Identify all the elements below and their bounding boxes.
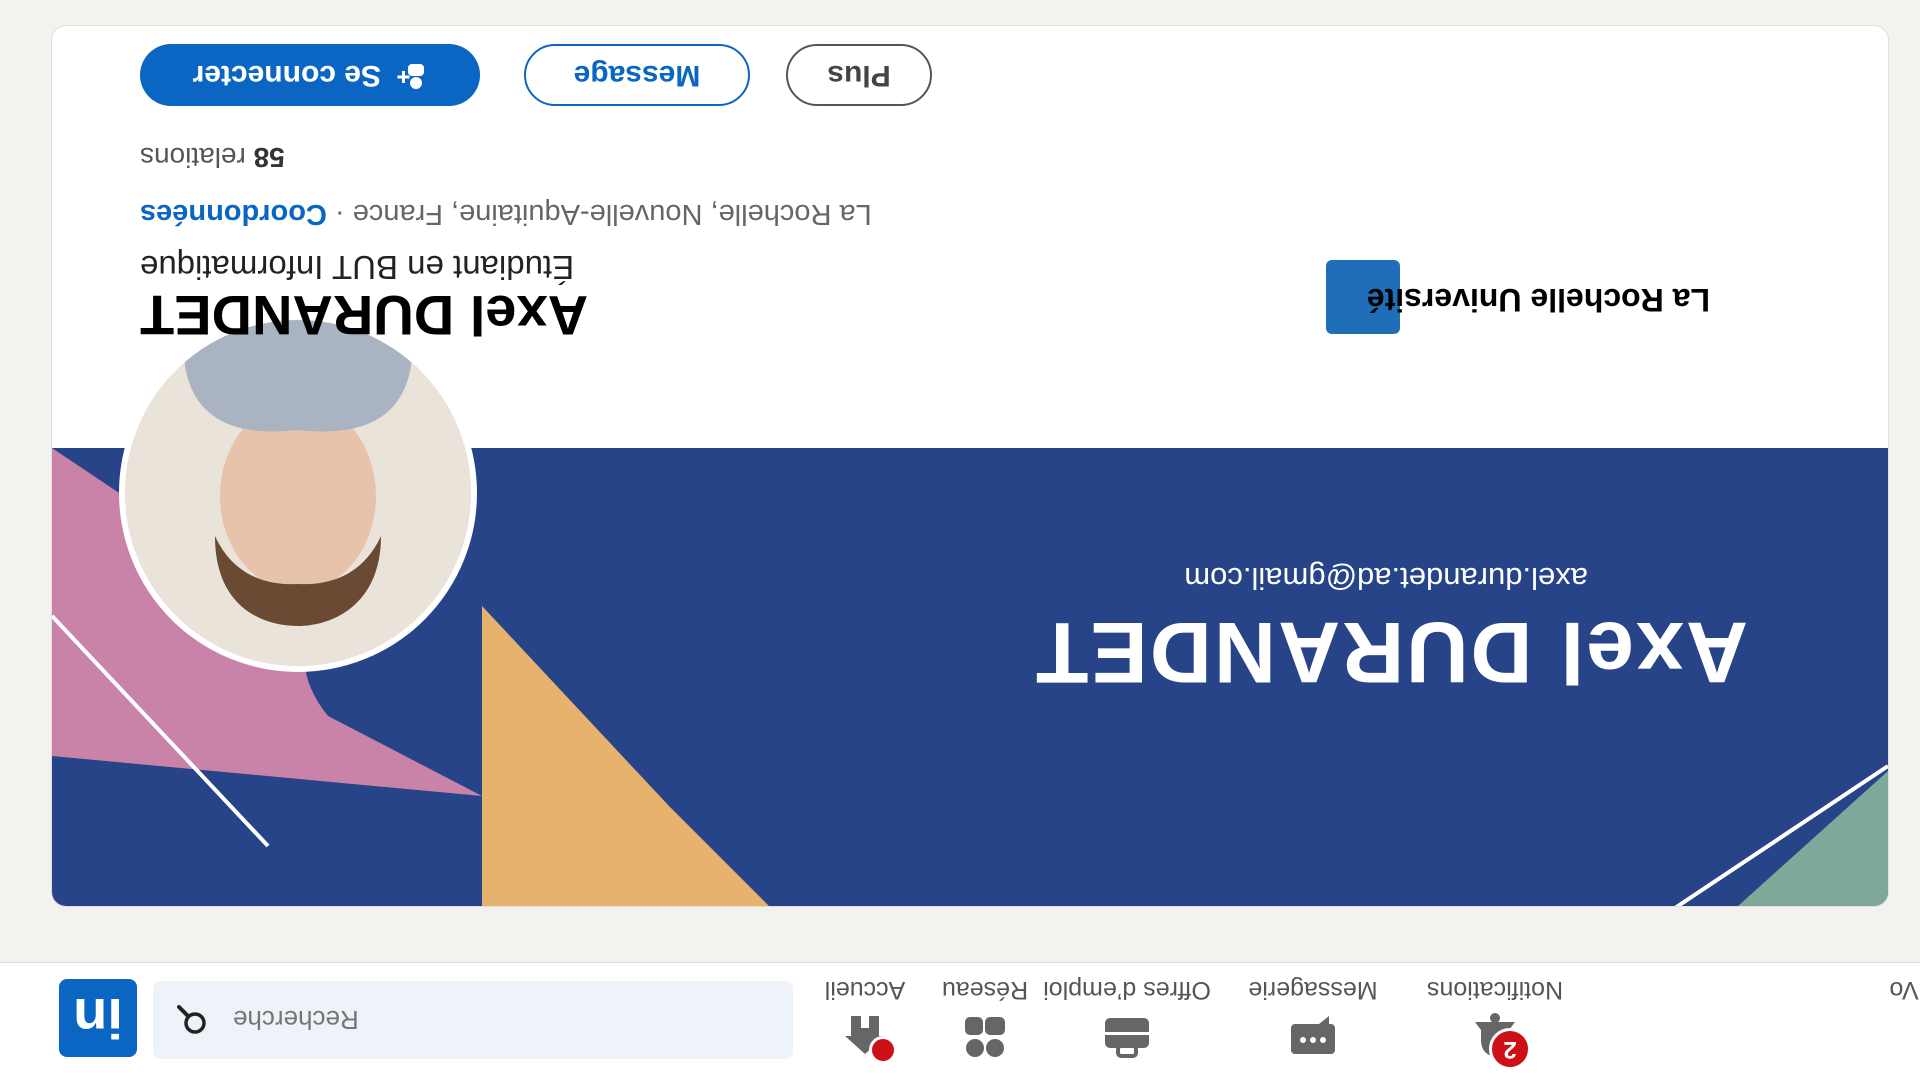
add-user-icon (381, 59, 427, 92)
nav-jobs-label: Offres d’emploi (1043, 976, 1211, 1004)
search-bar[interactable] (153, 981, 793, 1059)
banner-name: Axel DURANDET (1033, 604, 1748, 700)
home-notification-dot (869, 1036, 897, 1064)
relations-count[interactable]: 58 relations (140, 141, 285, 173)
connect-label: Se connecter (192, 59, 382, 92)
profile-headline: Étudiant en BUT Informatique (140, 249, 575, 286)
banner-email: axel.durandet.ad@gmail.com (1184, 561, 1588, 596)
search-input[interactable] (233, 981, 793, 1059)
connect-button[interactable]: Se connecter (140, 44, 480, 106)
relations-label: relations (140, 142, 254, 173)
profile-avatar[interactable] (119, 314, 477, 672)
message-button[interactable]: Message (524, 44, 750, 106)
education-name: La Rochelle Université (1366, 282, 1710, 318)
messaging-icon (1287, 1010, 1339, 1062)
profile-location: La Rochelle, Nouvelle-Aquitaine, France … (140, 197, 872, 230)
location-text: La Rochelle, Nouvelle-Aquitaine, France (352, 198, 872, 230)
relations-number: 58 (253, 142, 285, 173)
profile-card: Axel DURANDET axel.durandet.ad@gmail.com… (52, 26, 1888, 906)
network-icon (959, 1010, 1011, 1062)
contact-info-link[interactable]: Coordonnées (140, 198, 327, 230)
nav-more[interactable]: Vo (1888, 972, 1920, 1062)
nav-network[interactable]: Réseau (935, 972, 1035, 1062)
more-button[interactable]: Plus (786, 44, 932, 106)
nav-messaging-label: Messagerie (1248, 976, 1378, 1004)
nav-jobs[interactable]: Offres d’emploi (1037, 972, 1217, 1062)
notifications-count-badge: 2 (1489, 1028, 1531, 1070)
profile-name: Axel DURANDET (140, 284, 589, 347)
location-separator: · (326, 198, 353, 230)
top-nav-bar: in Accueil (0, 962, 1920, 1080)
nav-messaging[interactable]: Messagerie (1228, 972, 1398, 1062)
search-icon (177, 1005, 206, 1034)
nav-more-label: Vo (1889, 976, 1919, 1004)
nav-notifications[interactable]: 2 Notifications (1410, 972, 1580, 1070)
bell-icon: 2 (1469, 1010, 1531, 1070)
nav-network-label: Réseau (941, 976, 1029, 1004)
nav-home-label: Accueil (824, 976, 906, 1004)
home-icon (839, 1010, 897, 1064)
nav-notifications-label: Notifications (1426, 976, 1564, 1004)
linkedin-logo[interactable]: in (59, 979, 137, 1057)
avatar-photo (125, 320, 471, 666)
nav-home[interactable]: Accueil (805, 972, 925, 1064)
briefcase-icon (1101, 1010, 1153, 1062)
